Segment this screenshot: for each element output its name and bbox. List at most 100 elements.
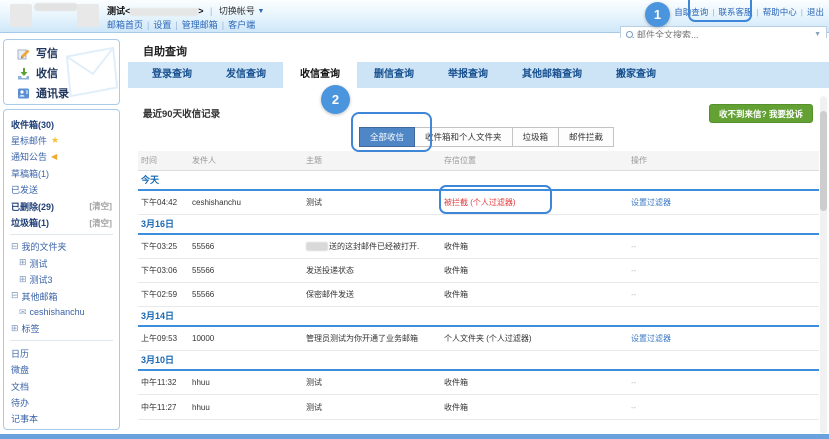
tab-migration-query[interactable]: 搬家查询 [599, 62, 673, 88]
tab-deleted-query[interactable]: 删信查询 [357, 62, 431, 88]
tree-label: 测试3 [30, 273, 53, 286]
empty-deleted-link[interactable]: [清空] [89, 200, 112, 212]
nav-client[interactable]: 客户端 [228, 20, 255, 30]
bottom-border-bar [0, 434, 829, 439]
expand-icon[interactable]: ⊞ [19, 258, 27, 268]
folder-deleted[interactable]: 已删除(29)[清空] [4, 198, 119, 214]
app-label: 微盘 [11, 363, 29, 376]
cell-sender: hhuu [192, 403, 306, 412]
filter-inbox-and-personal[interactable]: 收件箱和个人文件夹 [415, 127, 513, 147]
compose-button[interactable]: 写信 [4, 43, 119, 63]
tree-tags[interactable]: ⊞标签 [4, 321, 119, 337]
filter-buttons: 全部收信 收件箱和个人文件夹 垃圾箱 邮件拦截 [359, 127, 614, 147]
tree-folder-test[interactable]: ⊞测试 [4, 255, 119, 271]
folder-spam[interactable]: 垃圾箱(1) [清空] [4, 214, 119, 230]
collapse-icon[interactable]: ⊟ [11, 291, 19, 301]
scrollbar-track[interactable] [820, 96, 827, 434]
tree-my-folders[interactable]: ⊟我的文件夹 [4, 239, 119, 255]
cell-location: 收件箱 [444, 265, 631, 276]
divider [138, 419, 819, 420]
account-name: 测试< [107, 6, 130, 16]
nav-settings[interactable]: 设置 [153, 20, 171, 30]
expand-icon[interactable]: ⊞ [11, 324, 19, 334]
folder-label: 收件箱(30) [11, 118, 54, 131]
tab-other-mailbox-query[interactable]: 其他邮箱查询 [505, 62, 599, 88]
cell-location: 收件箱 [444, 289, 631, 300]
cell-time: 中午11:32 [138, 377, 192, 388]
table-row: 下午03:06 55566 发送投递状态 收件箱 -- [138, 259, 819, 283]
cell-action-none: -- [631, 266, 819, 275]
search-scope-dropdown-icon[interactable]: ▼ [814, 31, 821, 38]
folder-label: 星标邮件 [11, 134, 47, 147]
app-notes[interactable]: 记事本 [4, 411, 119, 427]
cell-time: 中午11:27 [138, 402, 192, 413]
app-docs[interactable]: 文档 [4, 378, 119, 394]
divider: | [175, 20, 177, 30]
tree-folder-test3[interactable]: ⊞测试3 [4, 272, 119, 288]
app-file-transfer[interactable]: 文件中转站 [4, 427, 119, 430]
complaint-button[interactable]: 收不到来信? 我要投诉 [709, 104, 813, 123]
nav-manage-mail[interactable]: 管理邮箱 [182, 20, 218, 30]
chevron-down-icon: ▼ [257, 8, 264, 15]
table-header: 时间 发件人 主题 存信位置 操作 [138, 151, 819, 171]
folder-starred[interactable]: 星标邮件 ★ [4, 132, 119, 148]
tab-report-query[interactable]: 举报查询 [431, 62, 505, 88]
folder-label: 已发送 [11, 183, 38, 196]
contacts-button[interactable]: 通讯录 [4, 83, 119, 103]
cell-subject: 测试 [306, 197, 444, 208]
receive-label: 收信 [36, 65, 58, 81]
folder-sent[interactable]: 已发送 [4, 182, 119, 198]
compose-icon [17, 47, 30, 60]
app-calendar[interactable]: 日历 [4, 345, 119, 361]
filter-blocked[interactable]: 邮件拦截 [559, 127, 614, 147]
tree-label: 标签 [22, 322, 40, 335]
folder-announcements[interactable]: 通知公告◀ [4, 149, 119, 165]
table-row: 下午04:42 ceshishanchu 测试 被拦截 (个人过滤器) 设置过滤… [138, 191, 819, 215]
app-label: 日历 [11, 347, 29, 360]
folder-inbox[interactable]: 收件箱(30) [4, 116, 119, 132]
folder-label: 垃圾箱(1) [11, 216, 49, 229]
cell-subject: 送的这封邮件已经被打开. [306, 241, 444, 252]
account-name-suffix: > [198, 6, 203, 16]
link-logout[interactable]: 退出 [807, 7, 824, 17]
redacted-text [34, 3, 78, 11]
search-icon [626, 31, 633, 38]
group-header-mar16: 3月16日 [138, 215, 819, 235]
tab-sent-query[interactable]: 发信查询 [209, 62, 283, 88]
empty-spam-link[interactable]: [清空] [89, 217, 112, 229]
tree-label: 测试 [30, 257, 48, 270]
col-action: 操作 [631, 155, 819, 166]
cell-time: 上午09:53 [138, 333, 192, 344]
expand-icon[interactable]: ⊞ [19, 275, 27, 285]
app-label: 文档 [11, 380, 29, 393]
cell-time: 下午04:42 [138, 197, 192, 208]
tree-other-mailboxes[interactable]: ⊟其他邮箱 [4, 288, 119, 304]
link-contact-support[interactable]: 联系客服 [719, 7, 753, 17]
annotation-step-1-badge: 1 [645, 2, 670, 27]
filter-spam[interactable]: 垃圾箱 [513, 127, 560, 147]
link-help-center[interactable]: 帮助中心 [763, 7, 797, 17]
scrollbar-thumb[interactable] [820, 111, 827, 211]
divider [10, 234, 113, 235]
set-filter-link[interactable]: 设置过滤器 [631, 334, 671, 343]
app-todo[interactable]: 待办 [4, 394, 119, 410]
switch-account-link[interactable]: 切换帐号 [219, 6, 255, 16]
app-drive[interactable]: 微盘 [4, 361, 119, 377]
collapse-icon[interactable]: ⊟ [11, 242, 19, 252]
redacted-email [130, 8, 198, 16]
star-icon: ★ [51, 135, 59, 146]
cell-subject: 发送投递状态 [306, 265, 444, 276]
receive-mail-button[interactable]: 收信 [4, 63, 119, 83]
tab-login-query[interactable]: 登录查询 [135, 62, 209, 88]
table-row: 下午02:59 55566 保密邮件发送 收件箱 -- [138, 283, 819, 307]
folder-drafts[interactable]: 草稿箱(1) [4, 165, 119, 181]
nav-mail-home[interactable]: 邮箱首页 [107, 20, 143, 30]
header-nav: 邮箱首页|设置|管理邮箱|客户端 [107, 18, 255, 31]
set-filter-link[interactable]: 设置过滤器 [631, 198, 671, 207]
cell-location-blocked: 被拦截 (个人过滤器) [444, 197, 631, 208]
tree-account-ceshishanchu[interactable]: ✉ceshishanchu [4, 304, 119, 320]
link-self-service-query[interactable]: 自助查询 [674, 7, 708, 17]
tab-received-query[interactable]: 收信查询 [283, 62, 357, 88]
filter-all-received[interactable]: 全部收信 [359, 127, 415, 147]
tree-label: 我的文件夹 [22, 240, 67, 253]
